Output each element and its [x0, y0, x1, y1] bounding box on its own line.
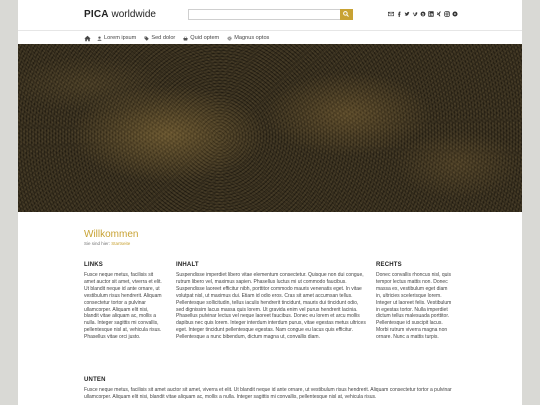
- header-divider: [18, 30, 522, 31]
- column-heading: LINKS: [84, 262, 103, 268]
- nav-item-label: Sed dolor: [151, 35, 176, 41]
- linkedin-icon[interactable]: [428, 11, 434, 17]
- search-bar: [188, 9, 353, 27]
- instagram-icon[interactable]: [444, 11, 450, 17]
- breadcrumb: Sie sind hier: Startseite: [84, 241, 130, 246]
- search-button[interactable]: [340, 9, 353, 20]
- column-text: Fusce neque metus, facilisis sit amet au…: [84, 387, 452, 400]
- column-heading: RECHTS: [376, 262, 402, 268]
- nav-item-label: Magnus optos: [234, 35, 270, 41]
- nav-item-quid-optem[interactable]: Quid optem: [183, 35, 219, 41]
- home-icon[interactable]: [84, 35, 91, 42]
- column-heading: INHALT: [176, 262, 199, 268]
- facebook-icon[interactable]: [396, 11, 401, 17]
- nav-item-sed-dolor[interactable]: Sed dolor: [144, 35, 175, 41]
- nav-item-label: Quid optem: [190, 35, 220, 41]
- main-nav: Lorem ipsum Sed dolor Quid optem Magnus …: [84, 33, 277, 43]
- column-unten: UNTEN Fusce neque metus, facilisis sit a…: [84, 377, 456, 401]
- site-logo[interactable]: PICA worldwide: [84, 9, 156, 21]
- vimeo-icon[interactable]: [412, 11, 418, 17]
- skype-icon[interactable]: S: [420, 11, 426, 17]
- nav-item-lorem-ipsum[interactable]: Lorem ipsum: [97, 35, 136, 41]
- twitter-icon[interactable]: [404, 11, 410, 17]
- basket-icon: [183, 35, 189, 41]
- mail-icon[interactable]: [388, 11, 394, 17]
- youtube-icon[interactable]: [452, 11, 458, 17]
- logo-bold: PICA: [84, 9, 109, 20]
- column-inhalt: INHALT Suspendisse imperdiet libero vita…: [176, 262, 366, 341]
- cog-icon: [227, 35, 232, 41]
- page-title: Willkommen: [84, 229, 139, 240]
- nav-item-label: Lorem ipsum: [104, 35, 137, 41]
- page: PICA worldwide S Lorem ipsum Sed dolor Q…: [18, 0, 522, 405]
- hero-image: [18, 44, 522, 212]
- nav-item-magnus-optos[interactable]: Magnus optos: [227, 35, 269, 41]
- column-links: LINKS Fusce neque metus, facilisis sit a…: [84, 262, 162, 341]
- tag-icon: [144, 36, 150, 41]
- search-input[interactable]: [189, 17, 342, 27]
- social-links: S: [388, 11, 458, 19]
- column-text: Fusce neque metus, facilisis sit amet au…: [84, 272, 162, 341]
- column-rechts: RECHTS Donec convallis rhoncus nisl, qui…: [376, 262, 454, 341]
- column-text: Suspendisse imperdiet libero vitae eleme…: [176, 272, 366, 341]
- breadcrumb-prefix: Sie sind hier:: [84, 241, 112, 246]
- column-text: Donec convallis rhoncus nisl, quis tempo…: [376, 272, 452, 341]
- site-header: PICA worldwide S: [18, 0, 522, 30]
- breadcrumb-home-link[interactable]: Startseite: [111, 241, 130, 246]
- search-icon: [343, 11, 349, 17]
- column-heading: UNTEN: [84, 377, 106, 383]
- user-icon: [97, 35, 102, 41]
- xing-icon[interactable]: [436, 11, 441, 17]
- logo-rest: worldwide: [108, 9, 156, 20]
